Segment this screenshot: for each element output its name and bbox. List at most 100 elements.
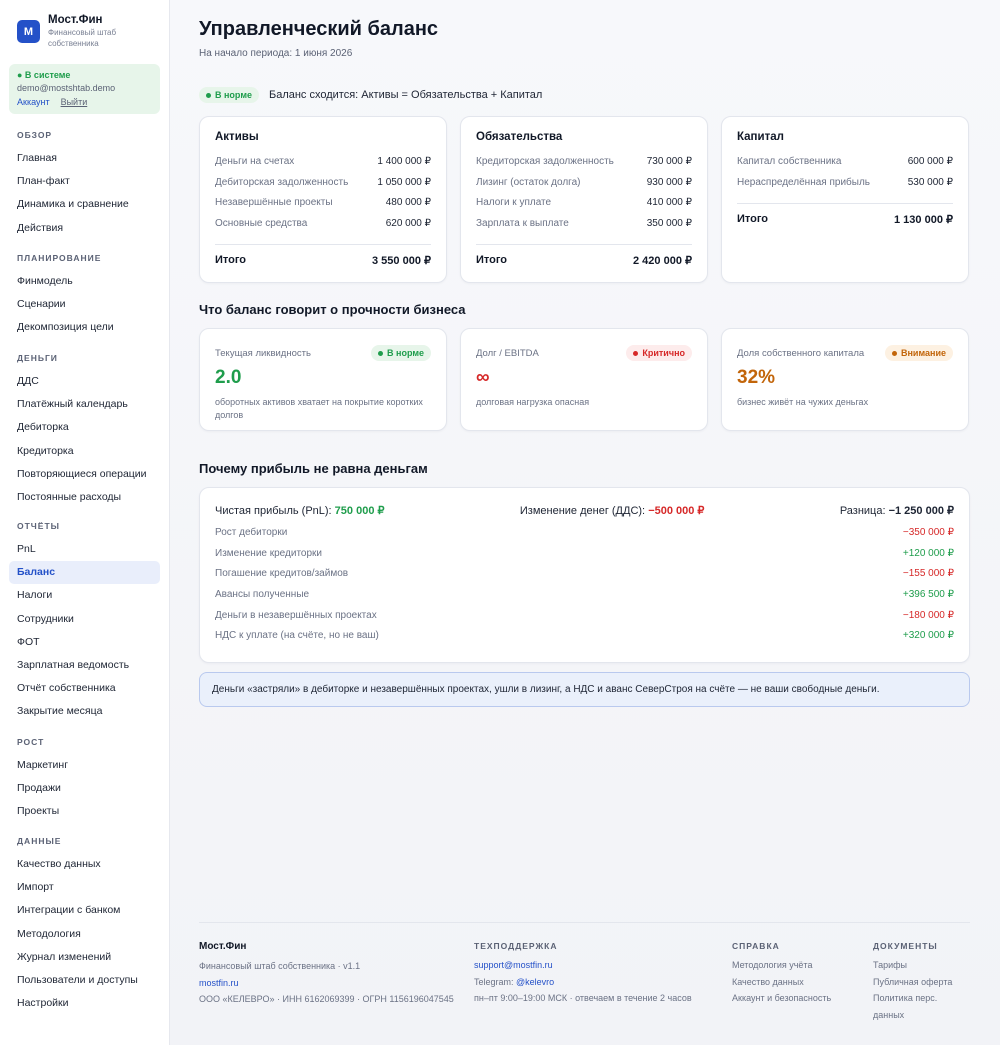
equity-card: Капитал Капитал собственника 600 000 ₽ Нера… <box>721 116 969 283</box>
help-link[interactable]: Аккаунт и безопасность <box>732 990 831 1007</box>
liabilities-row-label: Лизинг (остаток долга) <box>476 176 581 188</box>
telegram-line: Telegram: @kelevro <box>474 976 555 987</box>
assets-card: Активы Деньги на счетах 1 400 000 ₽ Дебитор… <box>199 116 447 283</box>
help-link[interactable]: Качество данных <box>732 974 831 991</box>
brand[interactable]: М Мост.Фин Финансовый штаб собственника <box>9 14 160 49</box>
nav-item[interactable]: Платёжный календарь <box>9 393 160 416</box>
profit-row-value: −180 000 ₽ <box>902 609 954 621</box>
metric-badge-text: Внимание <box>901 348 946 358</box>
assets-row: Незавершённые проекты 480 000 ₽ <box>215 197 431 218</box>
metric-badge-text: Критично <box>642 348 685 358</box>
support-email-link[interactable]: support@mostfin.ru <box>474 957 692 974</box>
status-dot-icon <box>633 350 639 356</box>
metric-label: Текущая ликвидность <box>215 347 311 359</box>
profit-row: Погашение кредитов/займов −155 000 ₽ <box>215 568 954 589</box>
nav-item[interactable]: Качество данных <box>9 853 160 876</box>
nav-item[interactable]: Динамика и сравнение <box>9 193 160 216</box>
logout-link[interactable]: Выйти <box>61 97 88 107</box>
equity-row-label: Капитал собственника <box>737 156 842 167</box>
profit-note: Деньги «застряли» в дебиторке и незаверш… <box>199 672 970 707</box>
nav-item[interactable]: Повторяющиеся операции <box>9 463 160 486</box>
profit-row-label: Изменение кредиторки <box>215 547 322 559</box>
telegram-link[interactable]: @kelevro <box>516 977 554 987</box>
nav-item[interactable]: Импорт <box>9 876 160 899</box>
liabilities-total-label: Итого <box>476 254 508 266</box>
nav-item[interactable]: Финмодель <box>9 270 160 293</box>
profit-heading: Почему прибыль не равна деньгам <box>199 461 428 476</box>
liabilities-row: Налоги к уплате 410 000 ₽ <box>476 197 692 218</box>
assets-row-label: Незавершённые проекты <box>215 197 333 208</box>
nav-item[interactable]: Налоги <box>9 584 160 607</box>
page-title: Управленческий баланс <box>199 18 439 40</box>
equity-row-label: Нераспределённая прибыль <box>737 176 871 188</box>
profit-row-label: Погашение кредитов/займов <box>215 568 349 580</box>
nav-item[interactable]: Декомпозиция цели <box>9 316 160 339</box>
assets-row: Дебиторская задолженность 1 050 000 ₽ <box>215 177 431 198</box>
help-link[interactable]: Методология учёта <box>732 957 831 974</box>
profit-row: НДС к уплате (на счёте, но не ваш) +320 0… <box>215 630 954 651</box>
footer: Мост.Фин Финансовый штаб собственника · … <box>199 922 970 1020</box>
nav-item[interactable]: Баланс <box>9 561 160 585</box>
nav-item[interactable]: ФОТ <box>9 631 160 654</box>
footer-docs-col: ДОКУМЕНТЫ Тарифы Публичная оферта Политика… <box>873 941 970 1023</box>
nav-item[interactable]: Постоянные расходы <box>9 486 160 509</box>
metric-label: Долг / EBITDA <box>476 347 539 359</box>
main-content: Управленческий баланс На начало периода:… <box>170 0 1000 1045</box>
metric-badge-text: В норме <box>387 348 424 358</box>
nav-item[interactable]: Действия <box>9 217 160 240</box>
liabilities-row-value: 930 000 ₽ <box>646 176 692 188</box>
liabilities-row: Зарплата к выплате 350 000 ₽ <box>476 218 692 239</box>
nav-item[interactable]: Журнал изменений <box>9 946 160 969</box>
footer-legal: ООО «КЕЛЕВРО» · ИНН 6162069399 · ОГРН 11… <box>199 994 454 1004</box>
nav-item[interactable]: Сценарии <box>9 293 160 316</box>
nav-item[interactable]: Продажи <box>9 777 160 800</box>
docs-link[interactable]: Публичная оферта <box>873 974 970 991</box>
footer-help-heading: СПРАВКА <box>732 941 780 951</box>
assets-row-value: 620 000 ₽ <box>385 217 431 229</box>
nav-section-heading: ДАННЫЕ <box>17 836 62 846</box>
nav-item[interactable]: Проекты <box>9 800 160 823</box>
liabilities-total: Итого 2 420 000 ₽ <box>476 254 692 267</box>
status-text: Баланс сходится: Активы = Обязательства … <box>268 89 543 101</box>
nav-item[interactable]: Закрытие месяца <box>9 700 160 723</box>
docs-link[interactable]: Политика перс. данных <box>873 990 970 1023</box>
metric-value: ∞ <box>476 367 490 388</box>
liabilities-row-label: Кредиторская задолженность <box>476 156 614 167</box>
assets-total-label: Итого <box>215 254 247 266</box>
footer-site-link[interactable]: mostfin.ru <box>199 975 454 992</box>
footer-support-heading: ТЕХПОДДЕРЖКА <box>474 941 558 951</box>
nav-item[interactable]: Методология <box>9 923 160 946</box>
nav-item[interactable]: Главная <box>9 147 160 170</box>
nav-item[interactable]: Зарплатная ведомость <box>9 654 160 677</box>
equity-row-value: 600 000 ₽ <box>907 156 953 167</box>
nav-item[interactable]: Дебиторка <box>9 416 160 439</box>
profit-row: Рост дебиторки −350 000 ₽ <box>215 527 954 548</box>
nav-item[interactable]: Сотрудники <box>9 608 160 631</box>
status-dot-icon <box>892 350 897 356</box>
liabilities-row-value: 410 000 ₽ <box>646 197 692 208</box>
metric-description: бизнес живёт на чужих деньгах <box>737 397 869 407</box>
metric-status-badge: Внимание <box>885 345 953 361</box>
nav-item[interactable]: Кредиторка <box>9 440 160 463</box>
nav-item[interactable]: Настройки <box>9 992 160 1015</box>
nav-item[interactable]: Пользователи и доступы <box>9 969 160 992</box>
metric-value: 32% <box>737 367 776 388</box>
nav-item[interactable]: Отчёт собственника <box>9 677 160 700</box>
docs-link[interactable]: Тарифы <box>873 957 970 974</box>
account-link[interactable]: Аккаунт <box>17 97 50 107</box>
liabilities-row: Лизинг (остаток долга) 930 000 ₽ <box>476 177 692 198</box>
assets-total: Итого 3 550 000 ₽ <box>215 254 431 267</box>
brand-name: Мост.Фин <box>48 14 103 26</box>
brand-logo-icon: М <box>17 20 40 43</box>
nav-item[interactable]: План-факт <box>9 170 160 193</box>
nav-item[interactable]: PnL <box>9 538 160 561</box>
assets-row-label: Дебиторская задолженность <box>215 176 349 188</box>
metric-description: долговая нагрузка опасная <box>476 397 590 407</box>
nav-item[interactable]: Интеграции с банком <box>9 899 160 922</box>
nav-item[interactable]: Маркетинг <box>9 754 160 777</box>
metric-card-equity-share: Доля собственного капитала Внимание 32% биз… <box>721 328 969 431</box>
nav-item[interactable]: ДДС <box>9 370 160 393</box>
balance-status: В норме Баланс сходится: Активы = Обязат… <box>199 87 542 103</box>
status-badge: В норме <box>199 87 259 103</box>
assets-total-value: 3 550 000 ₽ <box>372 255 431 267</box>
